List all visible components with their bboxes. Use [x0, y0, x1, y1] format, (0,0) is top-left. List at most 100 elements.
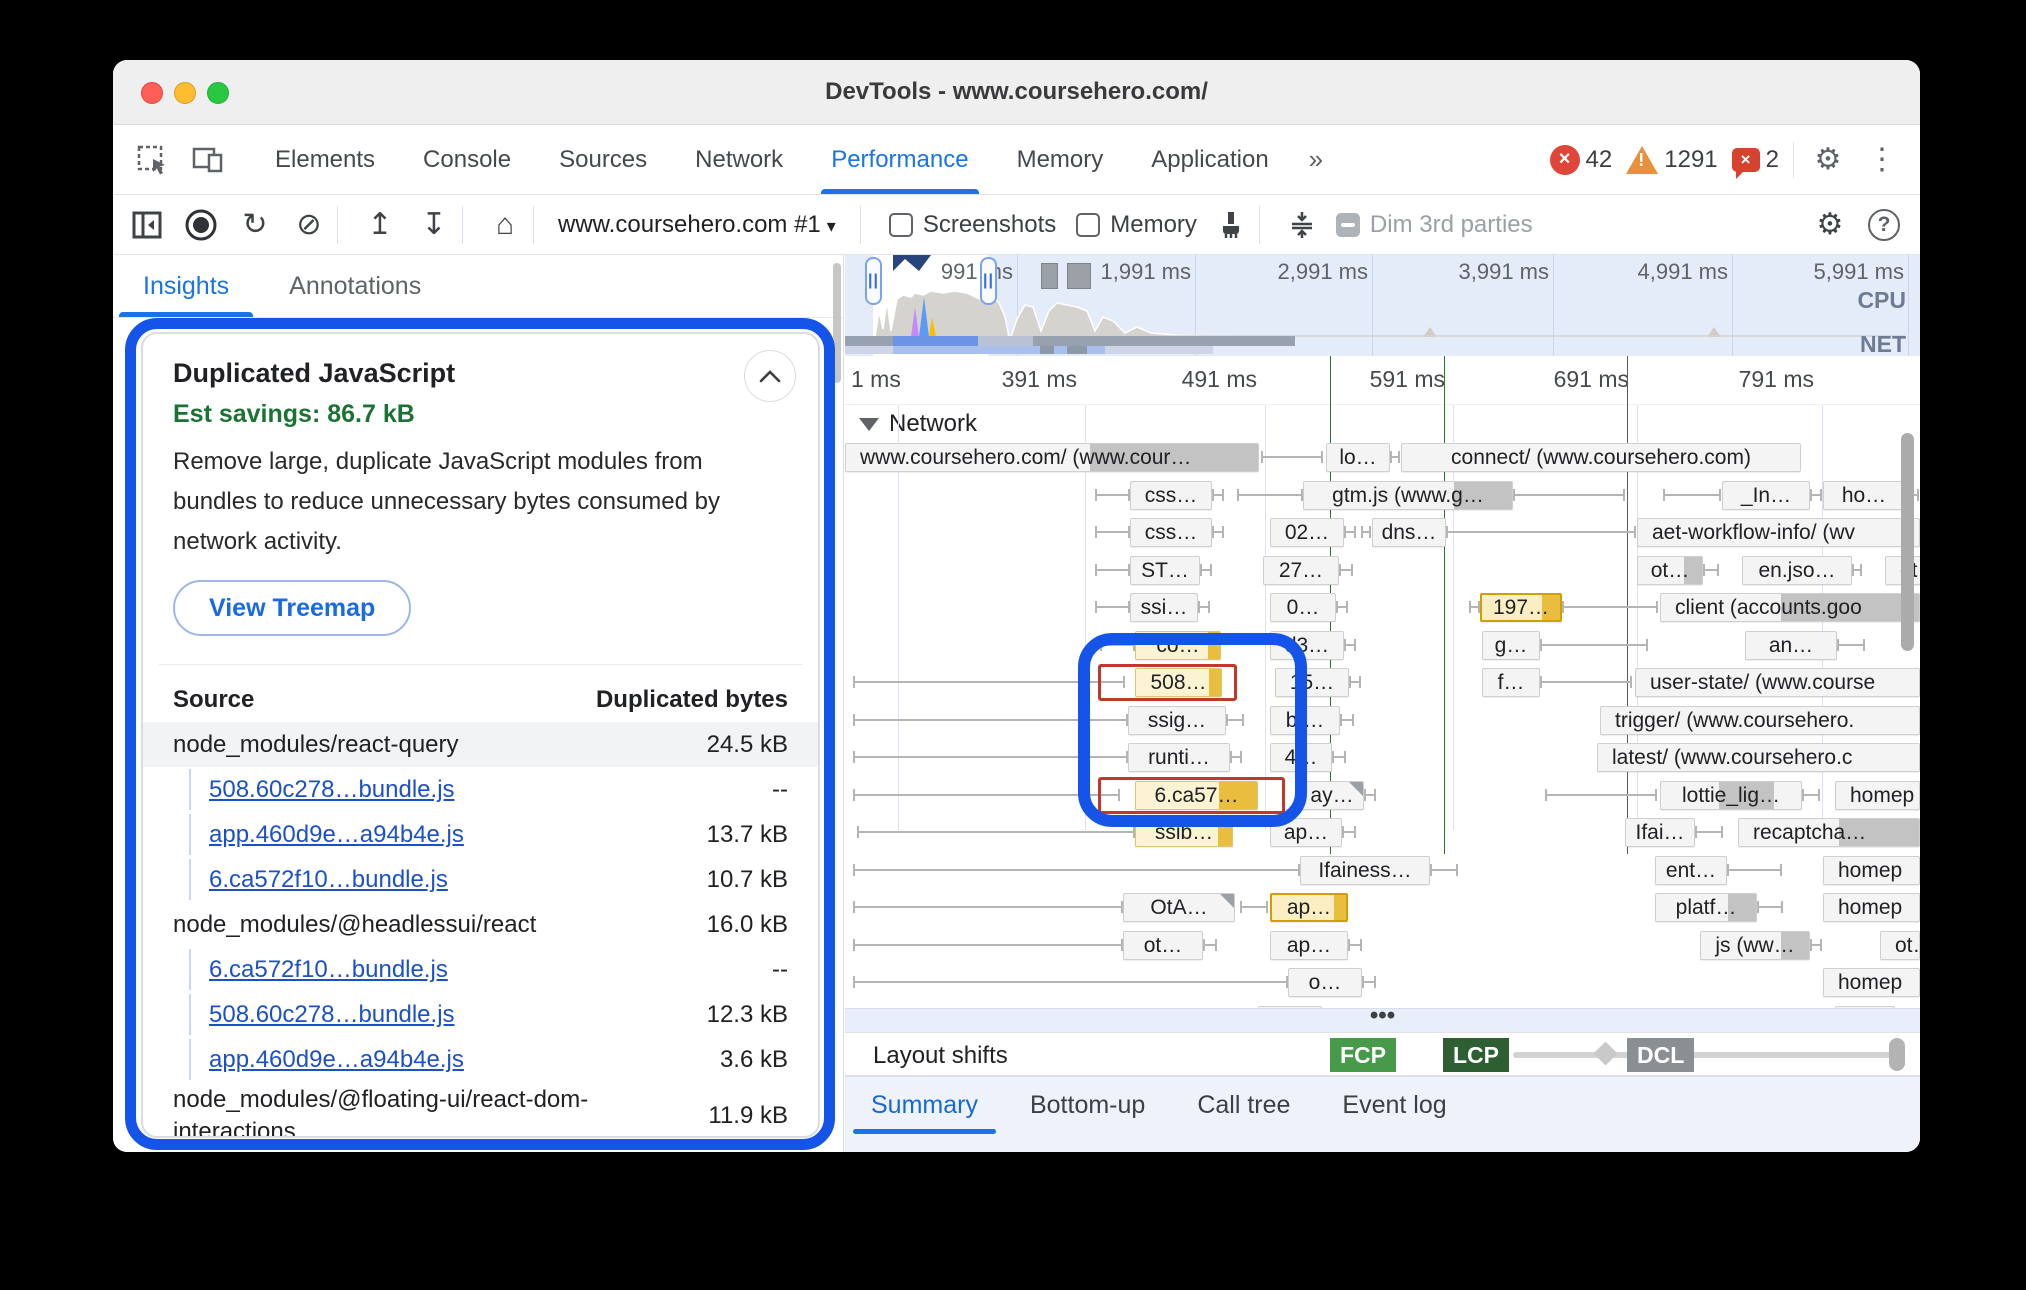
dim-3rd-parties-toggle[interactable]	[1336, 213, 1360, 237]
source-file-link[interactable]: app.460d9e…a94b4e.js	[189, 814, 695, 855]
network-request-bar[interactable]: latest/ (www.coursehero.c	[1597, 743, 1920, 772]
memory-checkbox[interactable]	[1076, 213, 1100, 237]
table-row[interactable]: 508.60c278…bundle.js--	[143, 767, 818, 812]
source-file-link[interactable]: 508.60c278…bundle.js	[189, 769, 760, 810]
table-row[interactable]: 6.ca572f10…bundle.js--	[143, 947, 818, 992]
network-request-bar[interactable]: lo…	[1326, 443, 1390, 472]
network-request-bar[interactable]: ho…	[1823, 481, 1905, 510]
network-request-bar[interactable]: homep	[1823, 856, 1920, 885]
network-request-bar[interactable]: 508…	[1135, 668, 1222, 697]
network-request-bar[interactable]: connect/ (www.coursehero.com)	[1401, 443, 1801, 472]
reload-record-button[interactable]: ↻	[235, 205, 275, 245]
waterfall-scrollbar[interactable]	[1901, 433, 1914, 651]
duplicated-js-insight-card[interactable]: Duplicated JavaScript Est savings: 86.7 …	[141, 332, 820, 1138]
network-request-bar[interactable]: recaptcha…	[1738, 818, 1920, 847]
dcl-marker-badge[interactable]: DCL	[1627, 1038, 1694, 1072]
network-request-bar[interactable]: co…	[1135, 631, 1221, 660]
network-request-bar[interactable]: d3…	[1270, 631, 1344, 660]
sidebar-tab-insights[interactable]: Insights	[113, 255, 259, 317]
kebab-menu-icon[interactable]: ⋮	[1862, 140, 1902, 180]
network-request-bar[interactable]: Ifai…	[1625, 818, 1695, 847]
tab-memory[interactable]: Memory	[993, 125, 1128, 194]
toggle-sidebar-icon[interactable]	[127, 205, 167, 245]
collapse-tracks-icon[interactable]	[1282, 205, 1322, 245]
network-request-bar[interactable]: _In…	[1722, 481, 1810, 510]
network-request-bar[interactable]: ot…	[1123, 931, 1203, 960]
table-row[interactable]: node_modules/@headlessui/react16.0 kB	[143, 902, 818, 947]
details-tab-event-log[interactable]: Event log	[1316, 1077, 1472, 1152]
error-badge[interactable]: × 42	[1550, 145, 1613, 175]
network-request-bar[interactable]: runti…	[1128, 743, 1230, 772]
source-file-link[interactable]: 508.60c278…bundle.js	[189, 994, 695, 1035]
source-file-link[interactable]: app.460d9e…a94b4e.js	[189, 1039, 708, 1080]
network-request-bar[interactable]: Ifainess…	[1300, 856, 1430, 885]
table-row[interactable]: node_modules/react-query24.5 kB	[143, 722, 818, 767]
network-request-bar[interactable]: ssig…	[1128, 706, 1226, 735]
details-tab-call-tree[interactable]: Call tree	[1171, 1077, 1316, 1152]
network-request-bar[interactable]: f…	[1482, 668, 1540, 697]
home-icon[interactable]: ⌂	[485, 205, 525, 245]
details-tab-summary[interactable]: Summary	[845, 1077, 1004, 1152]
network-request-bar[interactable]: en.jso…	[1742, 556, 1852, 585]
network-request-bar[interactable]: ot…	[1880, 931, 1920, 960]
selection-handle-right[interactable]: ||	[980, 257, 997, 305]
more-tabs-button[interactable]: »	[1293, 144, 1341, 175]
network-request-bar[interactable]: 4…	[1270, 743, 1332, 772]
settings-gear-icon[interactable]: ⚙	[1808, 140, 1848, 180]
network-request-bar[interactable]: dns…	[1372, 518, 1446, 547]
network-request-bar[interactable]: 6.ca57…	[1135, 781, 1258, 810]
network-request-bar[interactable]: 0…	[1270, 593, 1336, 622]
network-request-bar[interactable]: homep	[1823, 893, 1920, 922]
network-request-bar[interactable]: platf…	[1655, 893, 1757, 922]
network-request-bar[interactable]: o…	[1288, 968, 1362, 997]
tab-performance[interactable]: Performance	[807, 125, 992, 194]
network-request-bar[interactable]: 197…	[1480, 593, 1562, 622]
device-toolbar-icon[interactable]	[191, 143, 225, 177]
table-row[interactable]: node_modules/@floating-ui/react-dom-inte…	[143, 1082, 818, 1138]
sidebar-tab-annotations[interactable]: Annotations	[259, 255, 451, 317]
view-treemap-button[interactable]: View Treemap	[173, 580, 411, 636]
network-request-bar[interactable]: css…	[1130, 518, 1212, 547]
network-request-bar[interactable]: lottie_lig…	[1660, 781, 1802, 810]
network-request-bar[interactable]: ay…	[1300, 781, 1364, 810]
source-file-link[interactable]: 6.ca572f10…bundle.js	[189, 949, 760, 990]
tab-sources[interactable]: Sources	[535, 125, 671, 194]
network-request-bar[interactable]: ST…	[1130, 556, 1200, 585]
target-selector[interactable]: www.coursehero.com #1▾	[558, 211, 836, 239]
network-request-bar[interactable]: homep	[1835, 781, 1920, 810]
network-request-bar[interactable]: ssib…	[1135, 818, 1233, 847]
warning-badge[interactable]: 1291	[1626, 146, 1717, 174]
network-request-bar[interactable]: www.coursehero.com/ (www.cour…	[845, 443, 1259, 472]
screenshots-checkbox[interactable]	[889, 213, 913, 237]
more-rows-ellipsis[interactable]: •••	[845, 1008, 1920, 1032]
network-request-bar[interactable]: bf…	[1270, 706, 1340, 735]
details-tab-bottom-up[interactable]: Bottom-up	[1004, 1077, 1171, 1152]
network-request-bar[interactable]: client (accounts.goo	[1660, 593, 1920, 622]
network-request-bar[interactable]: ap…	[1270, 818, 1342, 847]
timeline-overview[interactable]: 991 ms1,991 ms2,991 ms3,991 ms4,991 ms5,…	[845, 255, 1920, 356]
network-request-bar[interactable]: g…	[1482, 631, 1540, 660]
network-request-bar[interactable]: ap…	[1270, 893, 1348, 922]
network-request-bar[interactable]: OtA…	[1123, 893, 1235, 922]
collapse-insight-button[interactable]	[744, 350, 796, 402]
help-icon[interactable]: ?	[1864, 205, 1904, 245]
network-request-bar[interactable]: ot…	[1835, 1006, 1895, 1008]
record-button[interactable]	[181, 205, 221, 245]
gc-brush-icon[interactable]	[1211, 205, 1251, 245]
table-row[interactable]: app.460d9e…a94b4e.js3.6 kB	[143, 1037, 818, 1082]
source-file-link[interactable]: 6.ca572f10…bundle.js	[189, 859, 695, 900]
network-request-bar[interactable]: ssi…	[1130, 593, 1198, 622]
network-request-bar[interactable]: ent…	[1655, 856, 1727, 885]
network-request-bar[interactable]: gtm.js (www.g…	[1303, 481, 1513, 510]
inspect-element-icon[interactable]	[135, 143, 169, 177]
network-request-bar[interactable]: homep	[1823, 968, 1920, 997]
load-profile-icon[interactable]: ↥	[360, 205, 400, 245]
sidebar-scrollbar[interactable]	[833, 263, 841, 383]
network-request-bar[interactable]: 15…	[1275, 668, 1349, 697]
tab-elements[interactable]: Elements	[251, 125, 399, 194]
network-request-bar[interactable]: aet-workflow-info/ (wv	[1637, 518, 1920, 547]
tab-application[interactable]: Application	[1127, 125, 1292, 194]
network-request-bar[interactable]: js (ww…	[1700, 931, 1810, 960]
network-request-bar[interactable]: ot…	[1637, 556, 1703, 585]
fcp-marker-badge[interactable]: FCP	[1330, 1038, 1396, 1072]
